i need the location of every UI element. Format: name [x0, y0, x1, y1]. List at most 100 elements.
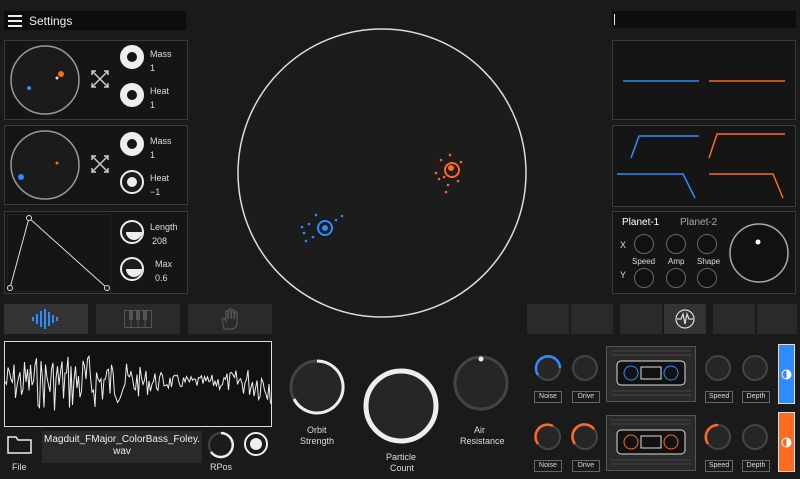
tape-cassette-blue [606, 346, 696, 402]
heat-knob[interactable] [120, 83, 144, 107]
envelope-panel: Length 208 Max 0.6 [4, 211, 188, 294]
length-knob[interactable] [120, 220, 144, 244]
fx-tab-6[interactable] [757, 304, 797, 334]
page-title: Settings [29, 14, 73, 28]
length-label: Length [150, 222, 178, 232]
file-label: File [12, 462, 27, 472]
mass-value: 1 [150, 63, 156, 73]
orbit-strength-knob[interactable] [286, 356, 348, 418]
amp-label: Amp [668, 257, 685, 266]
max-knob[interactable] [120, 257, 144, 281]
orbit-strength-label-1: Orbit [307, 425, 327, 435]
envelope-scope [612, 125, 796, 207]
hand-icon [219, 307, 241, 331]
file-name-field[interactable]: Magduit_FMajor_ColorBass_Foley. wav [42, 431, 202, 463]
mass-value: 1 [150, 150, 156, 160]
shape-label: Shape [697, 257, 721, 266]
tape-cassette-orange [606, 415, 696, 471]
oscillator-icon [674, 308, 696, 330]
tab-keys[interactable] [96, 304, 180, 334]
planet-a-panel: Mass 1 Heat 1 [4, 40, 188, 120]
noise-knob-blue[interactable] [533, 353, 563, 383]
folder-icon[interactable] [7, 433, 33, 455]
fx-toggle-orange[interactable] [778, 412, 795, 472]
planet-b-panel: Mass 1 Heat −1 [4, 125, 188, 205]
noise-button-orange[interactable]: Noise [534, 460, 562, 472]
preset-field[interactable] [612, 11, 796, 28]
tab-planet-2[interactable]: Planet-2 [680, 217, 717, 228]
fx-toggle-blue[interactable] [778, 344, 795, 404]
speed-knob-blue[interactable] [703, 353, 733, 383]
heat-value: 1 [150, 100, 156, 110]
noise-button-blue[interactable]: Noise [534, 391, 562, 403]
heat-label: Heat [150, 86, 170, 96]
menu-icon[interactable] [8, 15, 22, 27]
rpos-label: RPos [210, 462, 233, 472]
air-resistance-knob[interactable] [450, 352, 512, 414]
sample-waveform[interactable] [4, 341, 272, 427]
drive-button-blue[interactable]: Drive [572, 391, 600, 403]
speed-knob-orange[interactable] [703, 422, 733, 452]
link-icon[interactable] [89, 68, 111, 90]
x-shape-knob[interactable] [697, 234, 717, 254]
rpos-knob[interactable] [206, 430, 236, 460]
speed-button-blue[interactable]: Speed [705, 391, 733, 403]
link-icon[interactable] [89, 153, 111, 175]
lfo-panel: Planet-1 Planet-2 X Y Speed Amp Shape [612, 211, 796, 294]
planet-b-orbit-view[interactable] [9, 129, 81, 201]
depth-button-blue[interactable]: Depth [742, 391, 770, 403]
contrast-icon [781, 369, 792, 380]
planet-a-orbit-view[interactable] [9, 44, 81, 116]
mass-knob[interactable] [120, 45, 144, 69]
fx-tab-3[interactable] [620, 304, 662, 334]
tab-sample[interactable] [4, 304, 88, 334]
max-value: 0.6 [155, 273, 168, 283]
orbit-visualizer[interactable] [236, 27, 528, 319]
particle-count-label-2: Count [390, 463, 415, 473]
row-y-label: Y [620, 270, 627, 280]
tab-planet-1[interactable]: Planet-1 [622, 217, 659, 228]
noise-knob-orange[interactable] [533, 422, 563, 452]
settings-bar[interactable]: Settings [4, 11, 186, 30]
heat-value: −1 [150, 187, 161, 197]
fx-tab-5[interactable] [713, 304, 755, 334]
file-name-line1: Magduit_FMajor_ColorBass_Foley. [44, 434, 200, 445]
depth-knob-orange[interactable] [740, 422, 770, 452]
length-value: 208 [152, 236, 168, 246]
envelope-graph[interactable] [7, 214, 111, 292]
heat-knob[interactable] [120, 170, 144, 194]
waveform-icon [31, 308, 61, 330]
max-label: Max [155, 259, 173, 269]
heat-label: Heat [150, 173, 170, 183]
row-x-label: X [620, 240, 627, 250]
mass-label: Mass [150, 136, 172, 146]
x-amp-knob[interactable] [666, 234, 686, 254]
drive-knob-blue[interactable] [570, 353, 600, 383]
y-shape-knob[interactable] [697, 268, 717, 288]
depth-knob-blue[interactable] [740, 353, 770, 383]
x-speed-knob[interactable] [634, 234, 654, 254]
fx-tab-2[interactable] [571, 304, 613, 334]
text-cursor [614, 14, 615, 25]
tab-hand[interactable] [188, 304, 272, 334]
mass-knob[interactable] [120, 132, 144, 156]
drive-button-orange[interactable]: Drive [572, 460, 600, 472]
piano-icon [124, 310, 152, 328]
air-resistance-label-2: Resistance [460, 436, 505, 446]
air-resistance-label-1: Air [474, 425, 485, 435]
particle-count-knob[interactable] [360, 365, 442, 447]
speed-label: Speed [632, 257, 656, 266]
orbit-strength-label-2: Strength [300, 436, 335, 446]
depth-button-orange[interactable]: Depth [742, 460, 770, 472]
y-speed-knob[interactable] [634, 268, 654, 288]
drive-knob-orange[interactable] [570, 422, 600, 452]
fx-tab-1[interactable] [527, 304, 569, 334]
record-button[interactable] [242, 430, 270, 458]
speed-button-orange[interactable]: Speed [705, 460, 733, 472]
y-amp-knob[interactable] [666, 268, 686, 288]
level-scope [612, 40, 796, 120]
particle-count-label-1: Particle [386, 452, 417, 462]
xy-pad[interactable] [728, 222, 790, 284]
fx-tab-4[interactable] [664, 304, 706, 334]
file-name-line2: wav [113, 446, 131, 457]
